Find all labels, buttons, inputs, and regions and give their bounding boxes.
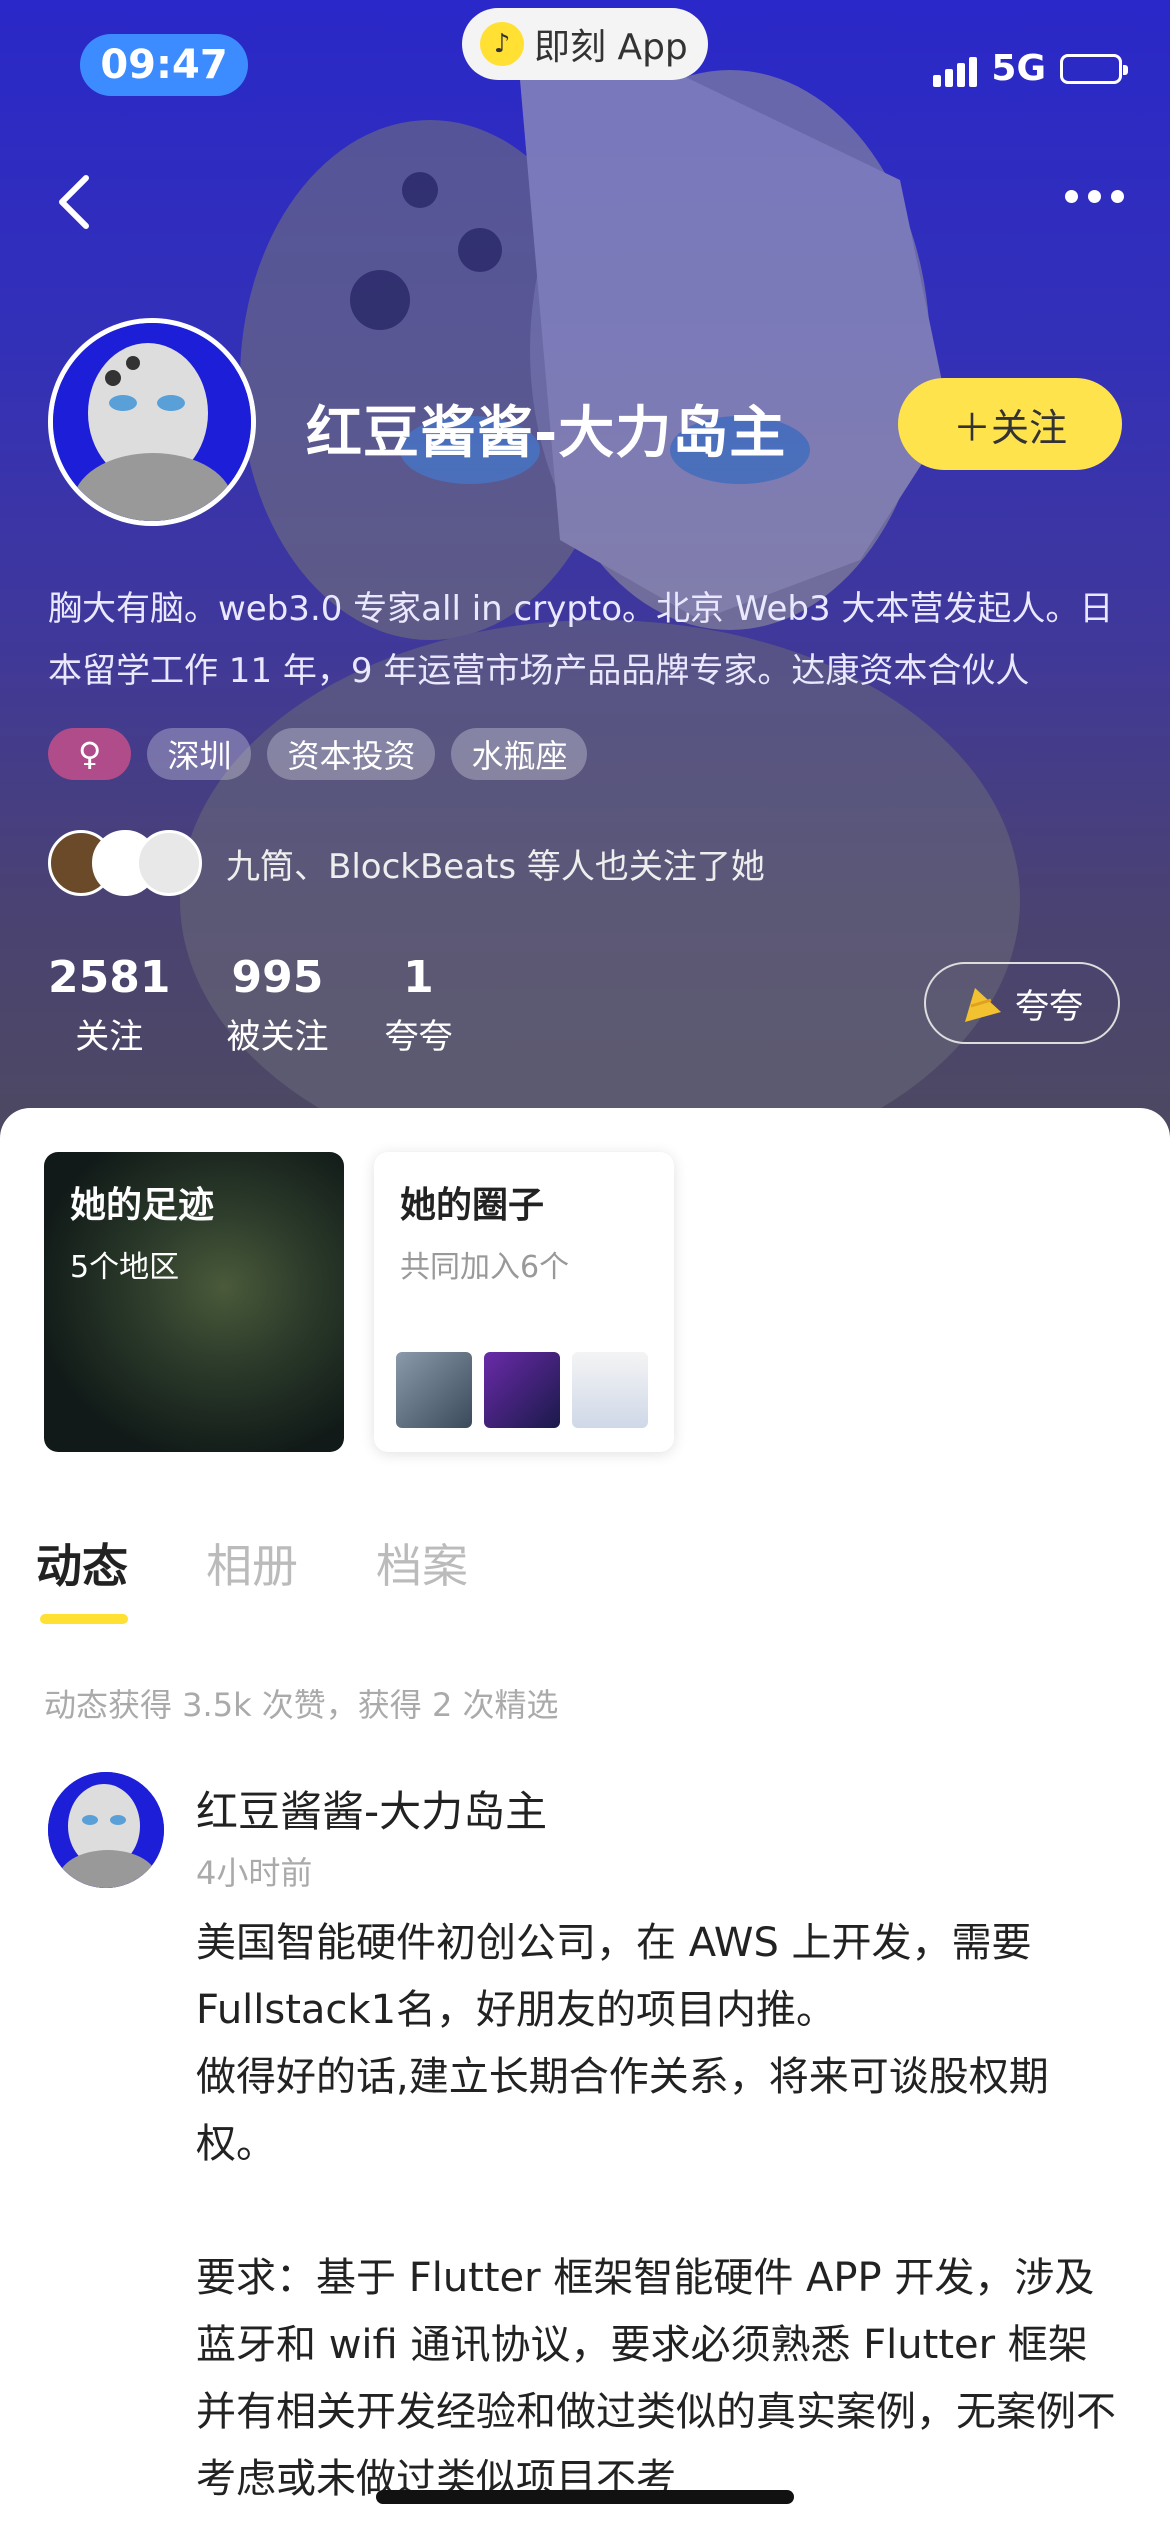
post-timestamp: 4小时前 — [196, 1854, 313, 1892]
circle-thumbnail — [484, 1352, 560, 1428]
industry-tag[interactable]: 资本投资 — [267, 728, 436, 780]
circles-subtitle: 共同加入6个 — [400, 1250, 570, 1285]
active-tab-indicator — [40, 1614, 128, 1624]
mutual-followers[interactable]: 九筒、BlockBeats 等人也关注了她 — [48, 830, 765, 896]
gender-tag: ♀ — [48, 728, 132, 780]
circle-thumbnail — [572, 1352, 648, 1428]
stat-number: 2581 — [48, 952, 171, 1003]
mutual-followers-text: 九筒、BlockBeats 等人也关注了她 — [226, 846, 765, 887]
mutual-avatars — [48, 830, 202, 896]
battery-icon — [1060, 53, 1128, 84]
praise-button[interactable]: 夸夸 — [924, 962, 1120, 1044]
stat-label: 夸夸 — [384, 1017, 453, 1057]
status-indicators: 5G — [933, 48, 1128, 89]
party-popper-icon — [965, 988, 1001, 1022]
profile-bio: 胸大有脑。web3.0 专家all in crypto。北京 Web3 大本营发… — [48, 589, 1114, 691]
follow-button[interactable]: ＋关注 — [898, 378, 1122, 470]
post-author-name[interactable]: 红豆酱酱-大力岛主 — [196, 1778, 547, 1839]
post-author-avatar[interactable] — [48, 1772, 164, 1888]
circle-thumbnail — [396, 1352, 472, 1428]
praise-label: 夸夸 — [1015, 986, 1083, 1027]
footprint-title: 她的足迹 — [70, 1185, 215, 1226]
tab-posts[interactable]: 动态 — [36, 1530, 128, 1596]
post-body[interactable]: 美国智能硬件初创公司，在 AWS 上开发，需要 Fullstack1名，好朋友的… — [196, 1910, 1116, 2513]
profile-tags: ♀ 深圳 资本投资 水瓶座 — [48, 728, 588, 780]
profile-stats: 2581 关注 995 被关注 1 夸夸 — [48, 952, 452, 1058]
network-type: 5G — [991, 48, 1046, 89]
posts-summary: 动态获得 3.5k 次赞，获得 2 次精选 — [44, 1686, 559, 1724]
more-options-icon[interactable] — [1065, 190, 1124, 203]
circle-thumbnails — [396, 1352, 648, 1428]
city-tag[interactable]: 深圳 — [147, 728, 252, 780]
mutual-avatar — [136, 830, 202, 896]
back-to-app-pill[interactable]: ♪ 即刻 App — [462, 8, 708, 80]
profile-nickname: 红豆酱酱-大力岛主 — [306, 401, 787, 466]
home-indicator[interactable] — [376, 2490, 794, 2504]
stat-label: 被关注 — [226, 1017, 329, 1057]
tab-profile[interactable]: 档案 — [376, 1530, 468, 1596]
circles-title: 她的圈子 — [400, 1185, 545, 1226]
zodiac-tag[interactable]: 水瓶座 — [451, 728, 588, 780]
stat-label: 关注 — [75, 1017, 144, 1057]
tab-album[interactable]: 相册 — [206, 1530, 298, 1596]
profile-avatar[interactable] — [48, 318, 256, 526]
footprint-subtitle: 5个地区 — [70, 1250, 180, 1285]
stat-following[interactable]: 2581 关注 — [48, 952, 170, 1058]
circles-card[interactable]: 她的圈子 共同加入6个 — [374, 1152, 674, 1452]
signal-icon — [933, 51, 978, 87]
profile-header: 09:47 ♪ 即刻 App 5G 红豆酱酱-大力岛主 ＋关注 胸大有脑。web… — [0, 0, 1170, 1160]
status-time: 09:47 — [80, 34, 248, 96]
stat-number: 1 — [403, 952, 434, 1003]
footprint-card[interactable]: 她的足迹 5个地区 — [44, 1152, 344, 1452]
stat-followers[interactable]: 995 被关注 — [226, 952, 328, 1058]
stat-praise[interactable]: 1 夸夸 — [384, 952, 452, 1058]
stat-number: 995 — [231, 952, 324, 1003]
back-icon[interactable] — [48, 172, 108, 232]
jike-logo-icon: ♪ — [480, 22, 524, 66]
content-tabs: 动态 相册 档案 — [36, 1530, 468, 1596]
app-name: 即刻 App — [534, 27, 688, 68]
